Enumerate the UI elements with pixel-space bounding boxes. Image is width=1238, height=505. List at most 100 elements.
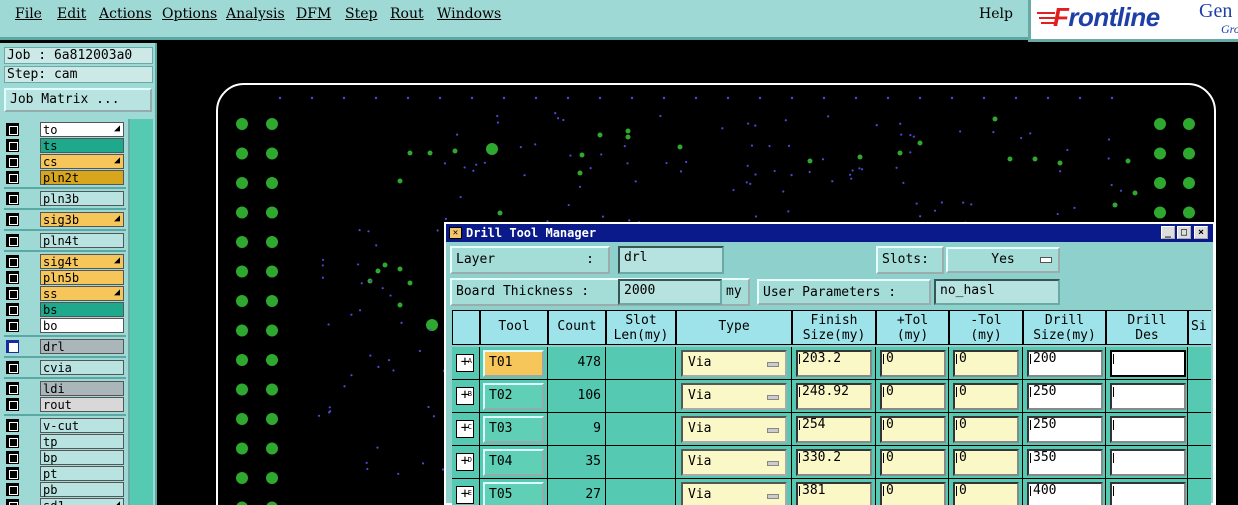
drill-des-input[interactable] — [1110, 482, 1186, 505]
menu-file[interactable]: File — [15, 6, 42, 22]
menu-edit[interactable]: Edit — [57, 6, 86, 22]
layer-name[interactable]: pt — [40, 466, 124, 481]
layer-row-sig4t[interactable]: sig4t ◢ — [4, 254, 126, 269]
layer-checkbox[interactable] — [6, 361, 19, 374]
layer-row-ts[interactable]: ts — [4, 138, 126, 153]
layer-row-pt[interactable]: pt — [4, 466, 126, 481]
tool-button[interactable]: T03 — [483, 416, 544, 443]
layer-name[interactable]: ldi — [40, 381, 124, 396]
layer-name[interactable]: rout — [40, 397, 124, 412]
layer-checkbox[interactable] — [6, 171, 19, 184]
layer-name[interactable]: ss — [40, 286, 124, 301]
menu-windows[interactable]: Windows — [437, 6, 501, 22]
layer-row-pln2t[interactable]: pln2t — [4, 170, 126, 185]
plus-tol-input[interactable]: 0 — [880, 449, 946, 476]
layer-name[interactable]: v-cut — [40, 418, 124, 433]
minus-tol-input[interactable]: 0 — [953, 416, 1019, 443]
window-menu-icon[interactable]: ✕ — [449, 227, 462, 239]
layer-row-pln5b[interactable]: pln5b — [4, 270, 126, 285]
plus-tol-input[interactable]: 0 — [880, 482, 946, 505]
minus-tol-input[interactable]: 0 — [953, 350, 1019, 377]
layer-checkbox[interactable] — [6, 155, 19, 168]
layer-row-bp[interactable]: bp — [4, 450, 126, 465]
layer-name[interactable]: cs — [40, 154, 124, 169]
user-parameters-field[interactable]: no_hasl — [934, 279, 1060, 305]
layer-checkbox[interactable] — [6, 435, 19, 448]
plus-tol-input[interactable]: 0 — [880, 416, 946, 443]
layer-checkbox[interactable] — [6, 398, 19, 411]
type-select[interactable]: Via — [681, 449, 787, 476]
type-select[interactable]: Via — [681, 482, 787, 505]
drill-des-input[interactable] — [1110, 416, 1186, 443]
layer-row-ldi[interactable]: ldi — [4, 381, 126, 396]
finish-size-input[interactable]: 248.92 — [796, 383, 872, 410]
tool-button[interactable]: T05 — [483, 482, 544, 505]
row-expand-icon[interactable]: + E — [456, 486, 474, 504]
layer-checkbox[interactable] — [6, 340, 19, 353]
layer-list-scrollbar[interactable] — [128, 119, 153, 505]
layer-checkbox[interactable] — [6, 382, 19, 395]
layer-name[interactable]: pln4t — [40, 233, 124, 248]
layer-checkbox[interactable] — [6, 255, 19, 268]
layer-row-cvia[interactable]: cvia — [4, 360, 126, 375]
layer-checkbox[interactable] — [6, 499, 19, 505]
layer-row-bo[interactable]: bo — [4, 318, 126, 333]
maximize-icon[interactable]: □ — [1177, 226, 1191, 239]
plus-tol-input[interactable]: 0 — [880, 383, 946, 410]
plus-tol-input[interactable]: 0 — [880, 350, 946, 377]
finish-size-input[interactable]: 254 — [796, 416, 872, 443]
layer-row-cs[interactable]: cs ◢ — [4, 154, 126, 169]
finish-size-input[interactable]: 381 — [796, 482, 872, 505]
menu-step[interactable]: Step — [345, 6, 377, 22]
drill-size-input[interactable]: 250 — [1027, 383, 1103, 410]
layer-name[interactable]: pln3b — [40, 191, 124, 206]
layer-row-drl[interactable]: drl — [4, 339, 126, 354]
drill-des-input[interactable] — [1110, 350, 1186, 377]
layer-row-to[interactable]: to ◢ — [4, 122, 126, 137]
type-select[interactable]: Via — [681, 350, 787, 377]
layer-name[interactable]: to — [40, 122, 124, 137]
finish-size-input[interactable]: 330.2 — [796, 449, 872, 476]
layer-name[interactable]: pln5b — [40, 270, 124, 285]
user-parameters-button[interactable]: User Parameters : — [757, 279, 931, 305]
layer-field[interactable]: drl — [618, 246, 724, 274]
window-title-bar[interactable]: ✕ Drill Tool Manager _ □ × — [446, 224, 1213, 242]
tool-button[interactable]: T01 — [483, 350, 544, 377]
drill-size-input[interactable]: 200 — [1027, 350, 1103, 377]
job-matrix-button[interactable]: Job Matrix ... — [4, 88, 152, 112]
layer-row-pb[interactable]: pb — [4, 482, 126, 497]
menu-help[interactable]: Help — [979, 6, 1013, 22]
layer-name[interactable]: pb — [40, 482, 124, 497]
layer-row-bs[interactable]: bs — [4, 302, 126, 317]
drill-size-input[interactable]: 400 — [1027, 482, 1103, 505]
layer-checkbox[interactable] — [6, 123, 19, 136]
layer-checkbox[interactable] — [6, 192, 19, 205]
board-thickness-field[interactable]: 2000 — [618, 279, 722, 305]
type-select[interactable]: Via — [681, 383, 787, 410]
layer-row-pln4t[interactable]: pln4t — [4, 233, 126, 248]
layer-row-sig3b[interactable]: sig3b ◢ — [4, 212, 126, 227]
layer-name[interactable]: sd1 — [40, 498, 124, 505]
drill-des-input[interactable] — [1110, 383, 1186, 410]
layer-name[interactable]: ts — [40, 138, 124, 153]
tool-button[interactable]: T02 — [483, 383, 544, 410]
layer-name[interactable]: bs — [40, 302, 124, 317]
row-expand-icon[interactable]: + D — [456, 453, 474, 471]
layer-checkbox[interactable] — [6, 419, 19, 432]
menu-rout[interactable]: Rout — [390, 6, 424, 22]
drill-des-input[interactable] — [1110, 449, 1186, 476]
layer-name[interactable]: bp — [40, 450, 124, 465]
menu-options[interactable]: Options — [162, 6, 217, 22]
layer-name[interactable]: drl — [40, 339, 124, 354]
drill-size-input[interactable]: 250 — [1027, 416, 1103, 443]
layer-name[interactable]: sig4t — [40, 254, 124, 269]
layer-name[interactable]: pln2t — [40, 170, 124, 185]
layer-checkbox[interactable] — [6, 483, 19, 496]
layer-row-tp[interactable]: tp — [4, 434, 126, 449]
menu-dfm[interactable]: DFM — [296, 6, 331, 22]
layer-row-ss[interactable]: ss ◢ — [4, 286, 126, 301]
close-icon[interactable]: × — [1194, 226, 1208, 239]
tool-button[interactable]: T04 — [483, 449, 544, 476]
layer-checkbox[interactable] — [6, 303, 19, 316]
layer-name[interactable]: bo — [40, 318, 124, 333]
